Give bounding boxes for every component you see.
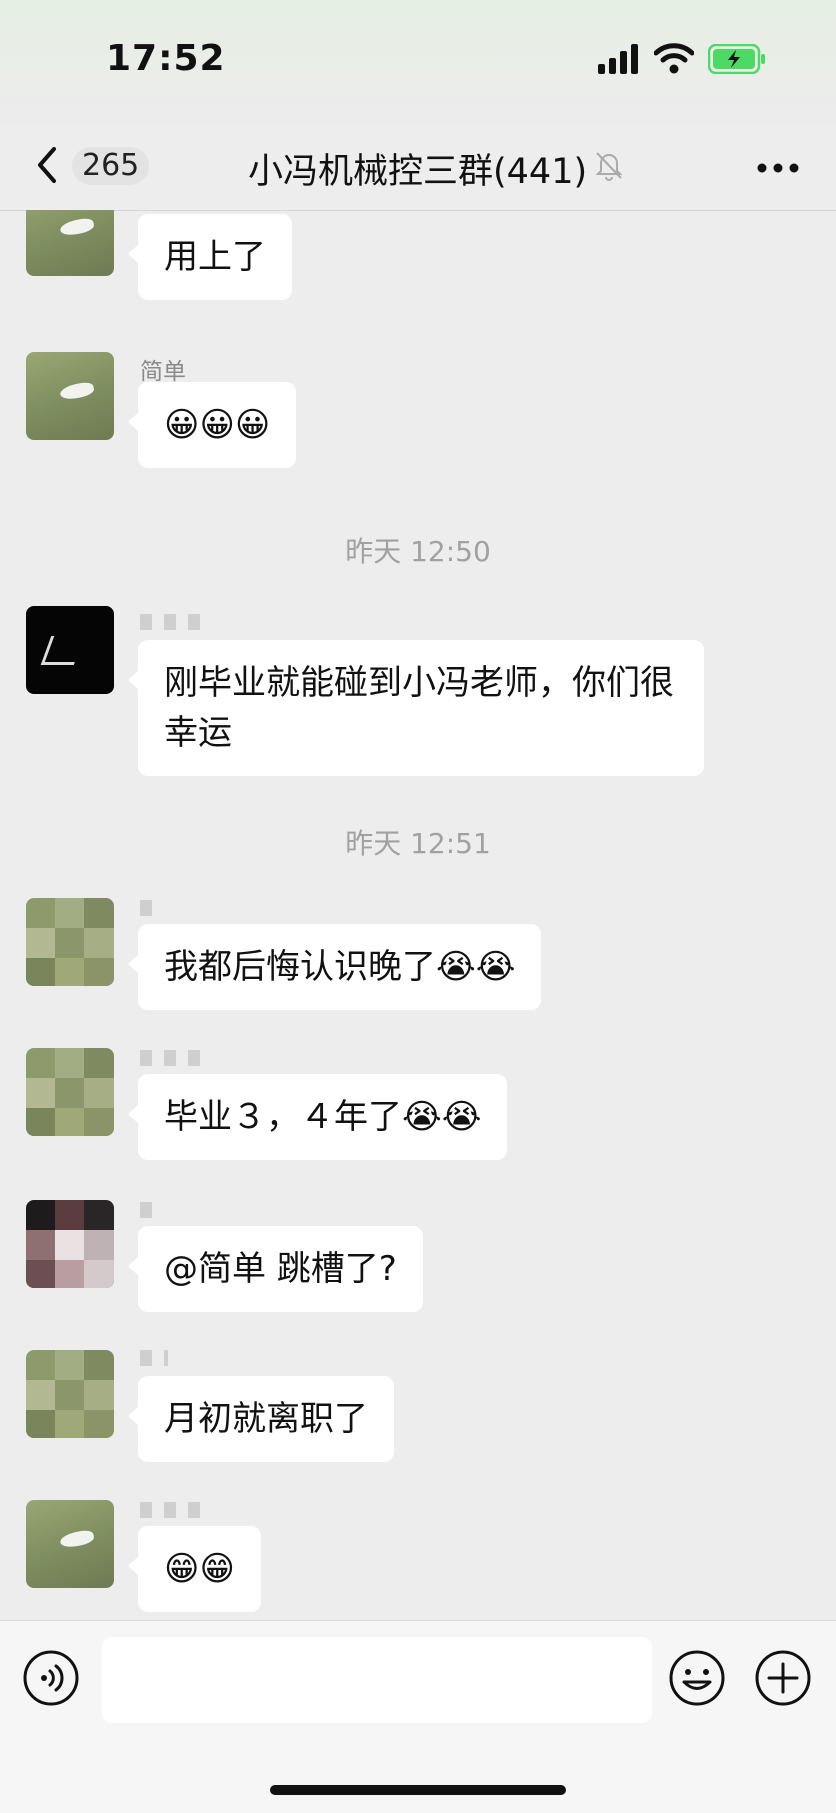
unread-count[interactable]: 265 — [72, 147, 150, 185]
status-bar: 17:52 — [0, 0, 836, 125]
message-bubble[interactable]: @简单 跳槽了? — [128, 1226, 423, 1312]
sender-name-blurred — [140, 1050, 200, 1066]
message-list[interactable]: 用上了 简单 😀😀😀 昨天 12:50 刚毕业就能碰到小冯老师，你们很幸运 昨天… — [0, 210, 836, 1620]
more-dots-icon[interactable] — [756, 159, 800, 178]
input-bar — [0, 1620, 836, 1813]
message-bubble[interactable]: 刚毕业就能碰到小冯老师，你们很幸运 — [128, 640, 704, 776]
message-bubble[interactable]: 用上了 — [128, 214, 292, 300]
avatar[interactable] — [26, 210, 114, 276]
message-bubble[interactable]: 毕业３，４年了😭😭 — [127, 1074, 508, 1160]
time-divider: 昨天 12:51 — [345, 827, 491, 860]
avatar[interactable] — [26, 606, 114, 694]
message-bubble[interactable]: 😀😀😀 — [127, 382, 297, 468]
chat-header: 265 小冯机械控三群(441) — [0, 125, 836, 211]
avatar[interactable] — [26, 1048, 114, 1136]
message-input[interactable] — [102, 1637, 652, 1723]
time-divider: 昨天 12:50 — [345, 535, 491, 568]
emoji-icon[interactable] — [668, 1649, 726, 1711]
battery-icon — [707, 43, 766, 78]
chevron-left-icon[interactable] — [32, 143, 62, 187]
home-indicator — [270, 1785, 566, 1795]
status-time: 17:52 — [106, 38, 226, 79]
sender-name-blurred — [140, 1350, 168, 1366]
sender-name-blurred — [140, 1502, 200, 1518]
avatar[interactable] — [26, 1350, 114, 1438]
bell-off-icon — [594, 149, 624, 185]
sender-name-blurred — [140, 1202, 156, 1218]
sender-name: 简单 — [140, 359, 186, 385]
message-bubble[interactable]: 我都后悔认识晚了😭😭 — [127, 924, 542, 1010]
wifi-icon — [653, 42, 695, 78]
avatar[interactable] — [26, 1500, 114, 1588]
signal-icon — [598, 44, 642, 78]
avatar[interactable] — [26, 352, 114, 440]
sender-name-blurred — [140, 614, 200, 630]
sender-name-blurred — [140, 900, 156, 916]
avatar[interactable] — [26, 1200, 114, 1288]
avatar[interactable] — [26, 898, 114, 986]
voice-icon[interactable] — [22, 1649, 80, 1711]
page-title: 小冯机械控三群(441) — [248, 152, 588, 192]
plus-icon[interactable] — [754, 1649, 812, 1711]
message-bubble[interactable]: 月初就离职了 — [128, 1376, 394, 1462]
message-bubble[interactable]: 😁😁 — [128, 1526, 261, 1612]
